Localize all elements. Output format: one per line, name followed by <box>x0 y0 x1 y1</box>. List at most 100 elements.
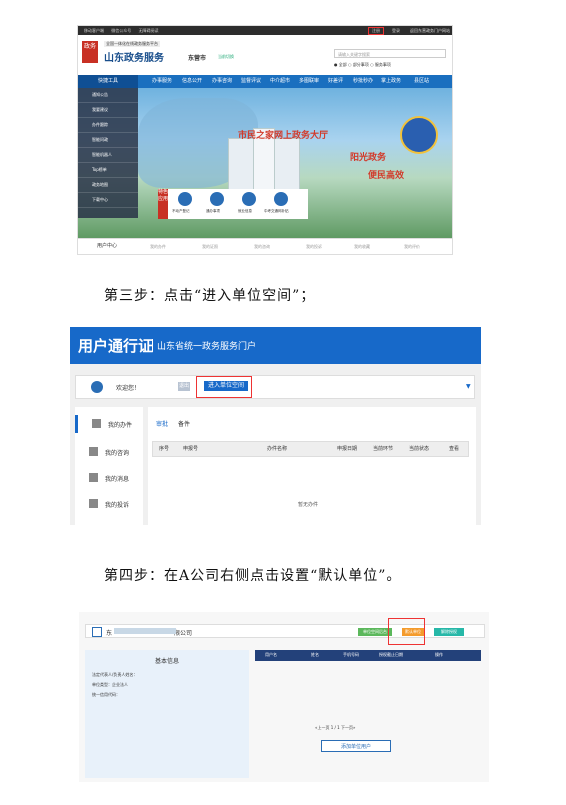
nav-item[interactable]: 办事咨询 <box>212 75 232 88</box>
brand-subtitle: 全国一体化在线政务服务平台 <box>104 41 160 47</box>
nav-item[interactable]: 办事服务 <box>152 75 172 88</box>
nav-item[interactable]: 多图联审 <box>299 75 319 88</box>
cases-tabs: 审批 备件 <box>156 419 198 428</box>
building-icon <box>92 627 102 637</box>
tab-item[interactable]: 我的收藏 <box>354 239 370 254</box>
empty-message: 暂无办件 <box>298 502 319 508</box>
feature-label: 通办事项 <box>206 209 220 213</box>
menu-item-my-messages[interactable]: 我的消息 <box>75 469 143 487</box>
feature-apps: 特色应用 不动产登记 通办事项 就业信息 中考交通网补贴 <box>158 189 308 219</box>
nav-item[interactable]: 县区站 <box>414 75 429 88</box>
menu-item-my-inquiries[interactable]: 我的咨询 <box>75 443 143 461</box>
portal-screenshot: 移动客户端 微信公众号 无障碍阅读 注册 登录 返回东营政务门户网站 政务 全国… <box>77 25 453 255</box>
users-table-header: 用户名 姓名 手机号码 授权截止日期 操作 <box>255 650 481 661</box>
welcome-text: 欢迎您！ <box>116 385 141 392</box>
search-input[interactable]: 请输入关键字搜索 <box>334 49 446 58</box>
register-link[interactable]: 注册 <box>368 27 384 35</box>
column-header: 手机号码 <box>343 652 359 657</box>
chevron-down-icon[interactable]: ▼ <box>466 383 471 390</box>
side-item[interactable]: 下载中心 <box>78 193 138 208</box>
side-item[interactable]: 通知公告 <box>78 88 138 103</box>
column-header: 查看 <box>449 446 460 452</box>
step-three-caption: 第三步：点击“进入单位空间”； <box>104 288 316 304</box>
column-header: 用户名 <box>265 652 277 657</box>
tab-filing[interactable]: 备件 <box>178 421 190 428</box>
passport-header: 用户通行证 山东省统一政务服务门户 <box>70 327 481 364</box>
basic-info-panel: 基本信息 法定代表人/负责人姓名： 单位类型：企业法人 统一信用代码： <box>85 650 249 778</box>
info-title: 基本信息 <box>154 658 179 665</box>
column-header: 当前环节 <box>373 446 394 452</box>
company-bar: 东限公司 单位空间后台 默认单位 解除授权 <box>85 624 485 638</box>
column-header: 序号 <box>159 446 170 452</box>
feature-label: 中考交通网补贴 <box>264 209 289 213</box>
passport-subtitle: 山东省统一政务服务门户 <box>152 339 256 352</box>
side-item[interactable]: 智能问政 <box>78 133 138 148</box>
tab-user-center[interactable]: 用户中心 <box>78 239 136 254</box>
nav-item[interactable]: 信息公开 <box>182 75 202 88</box>
nav-item[interactable]: 好差评 <box>328 75 343 88</box>
info-line: 单位类型：企业法人 <box>92 682 128 687</box>
highlight-box <box>196 376 252 398</box>
tab-item[interactable]: 我的投诉 <box>306 239 322 254</box>
pagination[interactable]: «上一页 1 / 1 下一页» <box>315 725 355 731</box>
unit-space-admin-button[interactable]: 单位空间后台 <box>358 628 392 636</box>
topbar-item-accessibility[interactable]: 无障碍阅读 <box>139 28 159 33</box>
nav-item[interactable]: 秒批秒办 <box>353 75 373 88</box>
info-line: 法定代表人/负责人姓名： <box>92 672 138 677</box>
tab-approval[interactable]: 审批 <box>156 421 168 428</box>
login-link[interactable]: 登录 <box>392 26 400 35</box>
column-header: 办件名称 <box>267 446 288 452</box>
search-scope[interactable]: ● 全部 ○ 部分事项 ○ 服务事项 <box>334 62 391 68</box>
topbar-item-mobile[interactable]: 移动客户端 <box>84 28 104 33</box>
user-passport-screenshot: 用户通行证 山东省统一政务服务门户 欢迎您！ 退出 进入单位空间 ▼ 我的办件 … <box>70 327 481 525</box>
tab-item[interactable]: 我的证照 <box>202 239 218 254</box>
info-line: 统一信用代码： <box>92 692 120 697</box>
tab-item[interactable]: 我的办件 <box>150 239 166 254</box>
emblem-icon <box>400 116 438 154</box>
banner-slogan: 市民之家网上政务大厅 <box>238 131 329 141</box>
side-item[interactable]: 政务地图 <box>78 178 138 193</box>
cases-panel: 审批 备件 序号 申报号 办件名称 申报日期 当前环节 当前状态 查看 暂无办件 <box>148 407 476 525</box>
briefcase-icon[interactable] <box>242 192 256 206</box>
logout-button[interactable]: 退出 <box>178 382 190 391</box>
unit-space-screenshot: 东限公司 单位空间后台 默认单位 解除授权 基本信息 法定代表人/负责人姓名： … <box>79 612 489 782</box>
column-header: 授权截止日期 <box>379 652 403 657</box>
document-icon[interactable] <box>210 192 224 206</box>
tab-item[interactable]: 我的评价 <box>404 239 420 254</box>
column-header: 操作 <box>435 652 443 657</box>
passport-menu: 我的办件 我的咨询 我的消息 我的投诉 <box>75 407 143 525</box>
cases-table-header: 序号 申报号 办件名称 申报日期 当前环节 当前状态 查看 <box>152 441 469 457</box>
column-header: 申报号 <box>183 446 199 452</box>
city-name: 东营市 <box>188 55 207 62</box>
site-logo: 政务 <box>82 41 98 63</box>
main-nav: 快捷工具 办事服务 信息公开 办事咨询 监督评议 中介超市 多图联审 好差评 秒… <box>78 75 452 88</box>
nav-item[interactable]: 中介超市 <box>270 75 290 88</box>
nav-item[interactable]: 掌上政务 <box>381 75 401 88</box>
phone-icon[interactable] <box>274 192 288 206</box>
user-center-tabs: 用户中心 我的办件 我的证照 我的咨询 我的投诉 我的收藏 我的评价 <box>78 238 452 254</box>
revoke-authorization-button[interactable]: 解除授权 <box>434 628 464 636</box>
brand-title: 山东政务服务 <box>104 53 164 64</box>
star-icon <box>89 473 98 482</box>
feature-label: 不动产登记 <box>172 209 190 213</box>
house-icon[interactable] <box>178 192 192 206</box>
side-menu: 通知公告 我要建议 办件跟踪 智能问政 智能机器人 Top榜单 政务地图 下载中… <box>78 88 138 218</box>
menu-item-my-cases[interactable]: 我的办件 <box>75 415 146 433</box>
tab-item[interactable]: 我的咨询 <box>254 239 270 254</box>
side-item[interactable]: 我要建议 <box>78 103 138 118</box>
chart-icon <box>92 419 101 428</box>
side-item[interactable]: 智能机器人 <box>78 148 138 163</box>
portal-link[interactable]: 返回东营政务门户网站 <box>410 26 450 35</box>
avatar-icon <box>91 381 103 393</box>
side-item[interactable]: Top榜单 <box>78 163 138 178</box>
banner-slogan-3: 便民高效 <box>368 171 405 181</box>
city-switch[interactable]: 当前切换 <box>218 54 234 60</box>
side-item[interactable]: 办件跟踪 <box>78 118 138 133</box>
menu-item-my-complaints[interactable]: 我的投诉 <box>75 495 143 513</box>
topbar-item-wechat[interactable]: 微信公众号 <box>111 28 131 33</box>
nav-item[interactable]: 监督评议 <box>241 75 261 88</box>
feature-tag: 特色应用 <box>158 189 168 219</box>
add-unit-user-button[interactable]: 添加单位用户 <box>321 740 391 752</box>
step-four-caption: 第四步：在A公司右侧点击设置“默认单位”。 <box>104 568 402 584</box>
nav-quick-tools[interactable]: 快捷工具 <box>78 75 138 88</box>
